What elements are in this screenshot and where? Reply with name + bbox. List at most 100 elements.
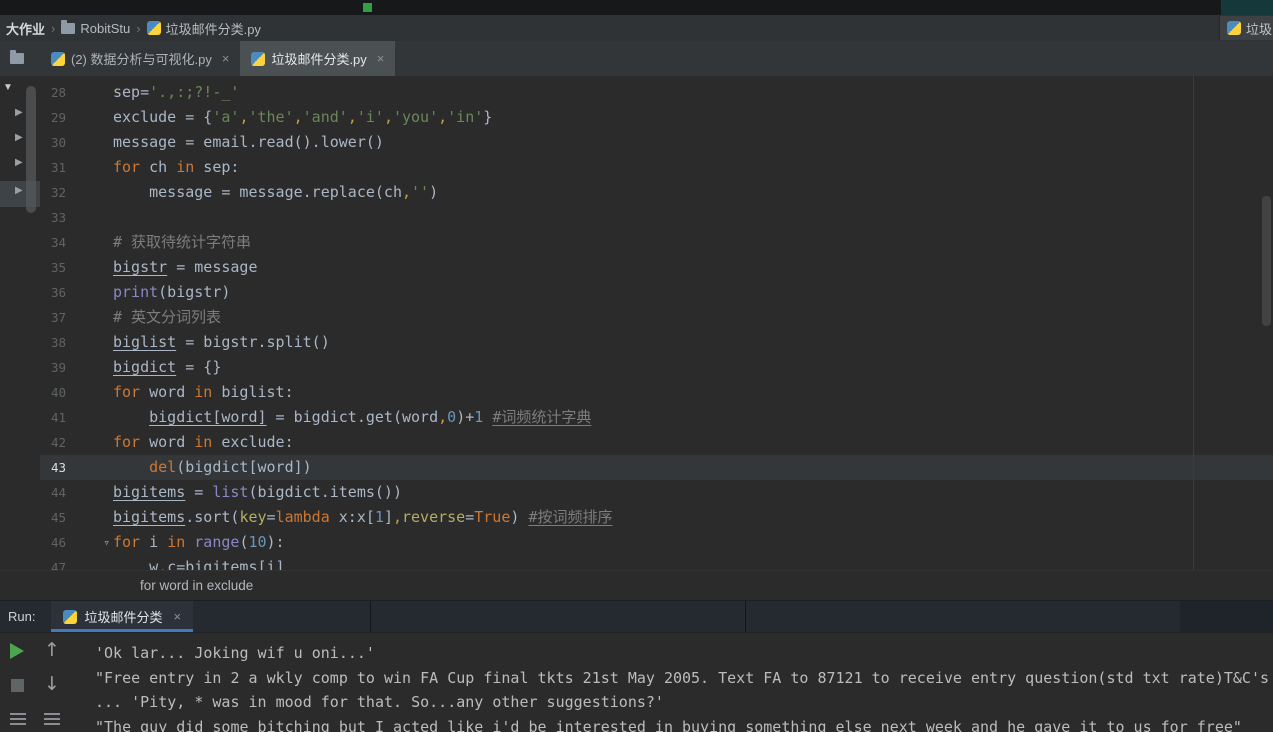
code-text[interactable]: w,c=bigitems[i] (113, 555, 284, 570)
code-text[interactable]: biglist = bigstr.split() (113, 330, 330, 355)
line-number[interactable]: 42 (40, 430, 66, 455)
fold-column (66, 155, 113, 180)
fold-column (66, 80, 113, 105)
code-text[interactable]: bigdict[word] = bigdict.get(word,0)+1 #词… (113, 405, 591, 430)
code-line: 47 w,c=bigitems[i] (40, 555, 1273, 570)
rerun-button[interactable] (10, 643, 24, 659)
code-line: 42 for word in exclude: (40, 430, 1273, 455)
line-number[interactable]: 44 (40, 480, 66, 505)
code-line: 28 sep='.,:;?!-_' (40, 80, 1273, 105)
code-line: 29 exclude = {'a','the','and','i','you','… (40, 105, 1273, 130)
panel-scrollbar-thumb[interactable] (26, 86, 36, 213)
folder-icon[interactable] (10, 50, 24, 64)
editor-tab[interactable]: (2) 数据分析与可视化.py × (40, 41, 240, 76)
titlebar-right-fragment (1221, 0, 1273, 15)
line-number[interactable]: 33 (40, 205, 66, 230)
line-number[interactable]: 47 (40, 555, 66, 570)
close-icon[interactable]: × (173, 609, 181, 624)
python-icon (1227, 21, 1241, 35)
run-label: Run: (8, 609, 36, 624)
code-text[interactable]: message = message.replace(ch,'') (113, 180, 438, 205)
code-text[interactable]: for i in range(10): (113, 530, 285, 555)
code-text[interactable]: bigdict = {} (113, 355, 221, 380)
code-text[interactable]: # 英文分词列表 (113, 305, 221, 330)
code-text[interactable]: for word in exclude: (113, 430, 294, 455)
run-tab[interactable]: 垃圾邮件分类 × (51, 601, 194, 632)
code-text[interactable]: message = email.read().lower() (113, 130, 384, 155)
code-text[interactable]: exclude = {'a','the','and','i','you','in… (113, 105, 492, 130)
line-number[interactable]: 32 (40, 180, 66, 205)
breadcrumb-item[interactable]: 大作业 (6, 19, 45, 38)
close-icon[interactable]: × (222, 51, 230, 66)
project-panel-strip: ▼ ▶ ▶ ▶ ▶ (0, 76, 40, 570)
python-icon (51, 51, 65, 66)
code-editor[interactable]: 28 sep='.,:;?!-_' 29 exclude = {'a','the','… (40, 76, 1273, 570)
breadcrumb-item[interactable]: RobitStu (61, 19, 130, 36)
navbar-chip-label: 垃圾 (1246, 21, 1273, 37)
code-text[interactable]: bigstr = message (113, 255, 258, 280)
tree-expanded-icon[interactable]: ▼ (3, 82, 13, 93)
close-icon[interactable]: × (377, 51, 385, 66)
tree-collapsed-icon[interactable]: ▶ (15, 132, 23, 143)
editor-area: ▼ ▶ ▶ ▶ ▶ 28 sep='.,:;?!-_' 29 exclude = {'… (0, 76, 1273, 570)
code-text[interactable]: bigitems.sort(key=lambda x:x[1],reverse=… (113, 505, 612, 530)
line-number[interactable]: 30 (40, 130, 66, 155)
fold-column (66, 230, 113, 255)
line-number[interactable]: 31 (40, 155, 66, 180)
line-number[interactable]: 45 (40, 505, 66, 530)
fold-column (66, 105, 113, 130)
editor-tab-bar: (2) 数据分析与可视化.py × 垃圾邮件分类.py × (0, 41, 1273, 76)
run-console: ↑ ↓ 'Ok lar... Joking wif u oni...' "Free… (0, 632, 1273, 732)
line-number[interactable]: 29 (40, 105, 66, 130)
fold-column (66, 455, 113, 480)
fold-column (66, 505, 113, 530)
console-line: "Free entry in 2 a wkly comp to win FA C… (95, 668, 1269, 687)
tree-collapsed-icon[interactable]: ▶ (15, 107, 23, 118)
line-number[interactable]: 28 (40, 80, 66, 105)
recording-indicator (363, 3, 372, 12)
line-number[interactable]: 41 (40, 405, 66, 430)
editor-breadcrumb-context[interactable]: for word in exclude (0, 570, 1273, 600)
scroll-to-end-button[interactable] (44, 713, 60, 725)
line-number[interactable]: 37 (40, 305, 66, 330)
tree-collapsed-icon[interactable]: ▶ (15, 157, 23, 168)
fold-column (66, 330, 113, 355)
fold-arrow-icon[interactable]: ▿ (103, 530, 110, 555)
line-number[interactable]: 36 (40, 280, 66, 305)
fold-column (66, 405, 113, 430)
code-text[interactable]: for word in biglist: (113, 380, 294, 405)
line-number[interactable]: 38 (40, 330, 66, 355)
fold-column (66, 280, 113, 305)
run-header-separator (370, 601, 371, 632)
line-number[interactable]: 46 (40, 530, 66, 555)
line-number[interactable]: 35 (40, 255, 66, 280)
code-text[interactable]: for ch in sep: (113, 155, 239, 180)
code-line: 43 del(bigdict[word]) (40, 455, 1273, 480)
stop-button[interactable] (11, 679, 24, 692)
code-text[interactable]: bigitems = list(bigdict.items()) (113, 480, 402, 505)
fold-column (66, 430, 113, 455)
navbar-right-chip[interactable]: 垃圾 (1219, 16, 1273, 40)
code-line: 45 bigitems.sort(key=lambda x:x[1],revers… (40, 505, 1273, 530)
editor-scrollbar-thumb[interactable] (1262, 196, 1271, 326)
code-text[interactable]: # 获取待统计字符串 (113, 230, 251, 255)
breadcrumb-item[interactable]: 垃圾邮件分类.py (146, 19, 261, 38)
chevron-right-icon: › (136, 20, 141, 36)
code-text[interactable]: del(bigdict[word]) (113, 455, 312, 480)
code-text[interactable]: sep='.,:;?!-_' (113, 80, 239, 105)
code-text[interactable]: print(bigstr) (113, 280, 230, 305)
run-tool-window-header: Run: 垃圾邮件分类 × (0, 600, 1273, 632)
down-stack-trace-button[interactable]: ↓ (44, 675, 60, 694)
soft-wrap-button[interactable] (10, 713, 26, 725)
tree-collapsed-icon[interactable]: ▶ (15, 185, 23, 196)
console-output[interactable]: 'Ok lar... Joking wif u oni...' "Free ent… (95, 641, 1273, 732)
fold-column (66, 255, 113, 280)
fold-column: ▿ (66, 530, 113, 555)
line-number[interactable]: 39 (40, 355, 66, 380)
line-number[interactable]: 40 (40, 380, 66, 405)
line-number[interactable]: 34 (40, 230, 66, 255)
editor-tab[interactable]: 垃圾邮件分类.py × (240, 41, 396, 76)
line-number[interactable]: 43 (40, 455, 66, 480)
pycharm-window: 大作业 › RobitStu › 垃圾邮件分类.py 垃圾 (2) 数据分析与可视化.p… (0, 0, 1273, 732)
up-stack-trace-button[interactable]: ↑ (44, 641, 60, 660)
